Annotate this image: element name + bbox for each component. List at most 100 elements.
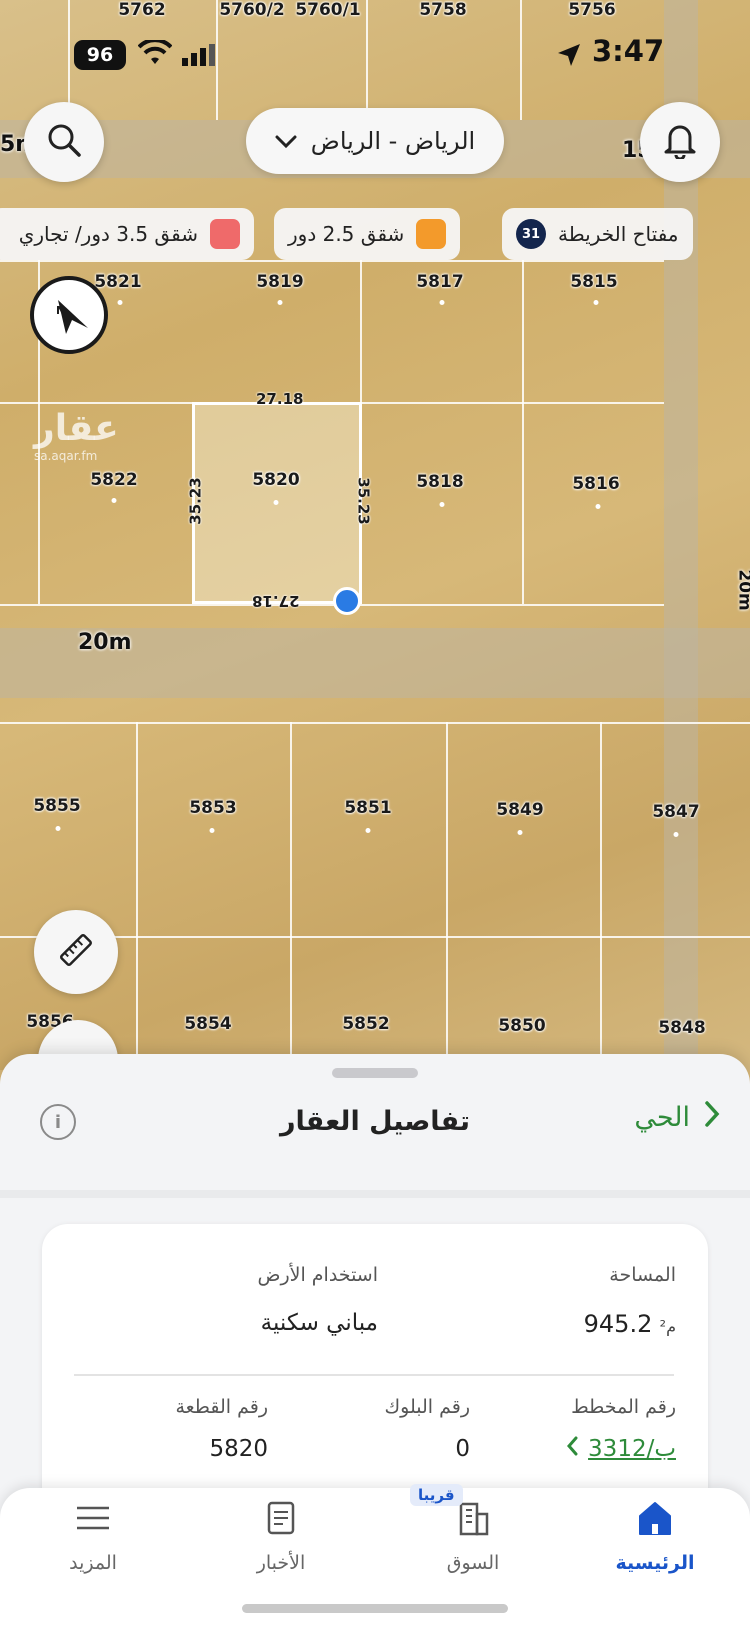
lot-label[interactable]: 5756	[568, 0, 615, 20]
lot-label[interactable]: 5762	[118, 0, 165, 20]
lot-label[interactable]: 5849	[496, 800, 543, 820]
legend-chip-apartments-3-5[interactable]: شقق 3.5 دور/ تجاري	[0, 208, 254, 260]
tab-news[interactable]: الأخبار	[196, 1488, 366, 1598]
legend-label: شقق 3.5 دور/ تجاري	[18, 222, 198, 246]
measure-button[interactable]	[34, 910, 118, 994]
lot-boundary	[366, 0, 368, 120]
lot-dot	[117, 300, 123, 305]
lot-boundary	[136, 722, 138, 1070]
lot-boundary	[290, 722, 292, 1070]
current-location-dot	[333, 587, 361, 615]
battery-indicator: 96	[74, 40, 126, 70]
lot-label[interactable]: 5816	[572, 474, 619, 494]
tab-more[interactable]: المزيد	[8, 1488, 178, 1598]
lot-boundary	[0, 722, 750, 724]
map-legend-button[interactable]: 31 مفتاح الخريطة	[502, 208, 693, 260]
lot-dot	[365, 828, 371, 833]
lot-dimension-right: 35.23	[354, 477, 373, 525]
lot-dot	[517, 830, 523, 835]
lot-dot	[439, 502, 445, 507]
lot-label[interactable]: 5850	[498, 1016, 545, 1036]
lot-dimension-bottom: 27.18	[252, 592, 300, 610]
lot-boundary	[600, 722, 602, 1070]
ruler-icon	[56, 930, 96, 974]
lot-label[interactable]: 5848	[658, 1018, 705, 1038]
lot-dot	[273, 500, 279, 505]
lot-dot	[595, 504, 601, 509]
lot-label[interactable]: 5854	[184, 1014, 231, 1034]
lot-dot	[277, 300, 283, 305]
coming-soon-badge: قريبا	[410, 1484, 463, 1506]
lot-label[interactable]: 5817	[416, 272, 463, 292]
street-width-label: 20m	[78, 630, 132, 655]
location-arrow-icon	[556, 42, 582, 72]
chevron-right-icon	[704, 1100, 720, 1135]
compass-arrow-icon: N	[48, 292, 94, 342]
tab-home[interactable]: الرئيسية	[570, 1488, 740, 1598]
lot-label[interactable]: 5822	[90, 470, 137, 490]
news-icon	[261, 1498, 301, 1542]
lot-boundary	[520, 0, 522, 120]
street-width-label: 20m	[734, 569, 750, 611]
lot-label[interactable]: 5853	[189, 798, 236, 818]
lot-dot	[673, 832, 679, 837]
svg-text:N: N	[56, 304, 65, 317]
legend-count-badge: 31	[516, 219, 546, 249]
lot-dot	[55, 826, 61, 831]
lot-label[interactable]: 5818	[416, 472, 463, 492]
plan-number-link[interactable]: 3312/ب	[566, 1436, 676, 1462]
tab-more-label: المزيد	[69, 1552, 117, 1574]
home-indicator	[242, 1604, 508, 1613]
lot-label[interactable]: 5847	[652, 802, 699, 822]
district-link[interactable]: الحي	[634, 1100, 720, 1135]
area-unit: م²	[659, 1317, 676, 1336]
lot-label[interactable]: 5760/2	[219, 0, 284, 20]
search-icon	[46, 122, 82, 162]
chevron-left-icon	[566, 1436, 578, 1462]
lot-dot	[593, 300, 599, 305]
chevron-down-icon	[275, 127, 297, 155]
search-button[interactable]	[24, 102, 104, 182]
section-divider	[0, 1190, 750, 1198]
block-number-label: رقم البلوك	[384, 1396, 470, 1418]
lot-dot	[439, 300, 445, 305]
land-use-value: مباني سكنية	[260, 1310, 378, 1336]
lot-boundary	[446, 722, 448, 1070]
city-selector-label: الرياض - الرياض	[310, 127, 476, 155]
district-link-label: الحي	[634, 1102, 690, 1133]
block-number-value: 0	[455, 1436, 470, 1462]
city-selector[interactable]: الرياض - الرياض	[246, 108, 504, 174]
clock: 3:47	[592, 34, 665, 68]
lot-label[interactable]: 5815	[570, 272, 617, 292]
lot-label[interactable]: 5760/1	[295, 0, 360, 20]
sheet-grabber[interactable]	[332, 1068, 418, 1078]
lot-dimension-top: 27.18	[256, 390, 304, 408]
plan-number-label: رقم المخطط	[571, 1396, 676, 1418]
compass-button[interactable]: N	[30, 276, 108, 354]
tab-news-label: الأخبار	[256, 1552, 306, 1574]
plot-number-value: 5820	[209, 1436, 268, 1462]
tab-home-label: الرئيسية	[615, 1552, 695, 1574]
lot-label[interactable]: 5855	[33, 796, 80, 816]
home-icon	[635, 1498, 675, 1542]
area-number: 945.2	[583, 1310, 653, 1338]
sheet-header: i تفاصيل العقار الحي	[0, 1084, 750, 1174]
map-view[interactable]: 27.18 27.18 35.23 35.23 5762 5760/2 5760…	[0, 0, 750, 1070]
notifications-button[interactable]	[640, 102, 720, 182]
lot-label[interactable]: 5819	[256, 272, 303, 292]
lot-label[interactable]: 5852	[342, 1014, 389, 1034]
legend-chip-apartments-2-5[interactable]: شقق 2.5 دور	[274, 208, 461, 260]
lot-label[interactable]: 5758	[419, 0, 466, 20]
area-label: المساحة	[609, 1264, 676, 1286]
aqar-watermark: عقار sa.aqar.fm	[34, 408, 119, 463]
legend-label: مفتاح الخريطة	[558, 222, 679, 246]
lot-label[interactable]: 5820	[252, 470, 299, 490]
land-use-label: استخدام الأرض	[257, 1264, 378, 1286]
plot-number-label: رقم القطعة	[175, 1396, 268, 1418]
lot-boundary	[216, 0, 218, 120]
lot-label[interactable]: 5851	[344, 798, 391, 818]
lot-dot	[111, 498, 117, 503]
area-value: م² 945.2	[584, 1310, 676, 1338]
watermark-logo: عقار	[34, 408, 119, 449]
lot-label[interactable]: 5821	[94, 272, 141, 292]
